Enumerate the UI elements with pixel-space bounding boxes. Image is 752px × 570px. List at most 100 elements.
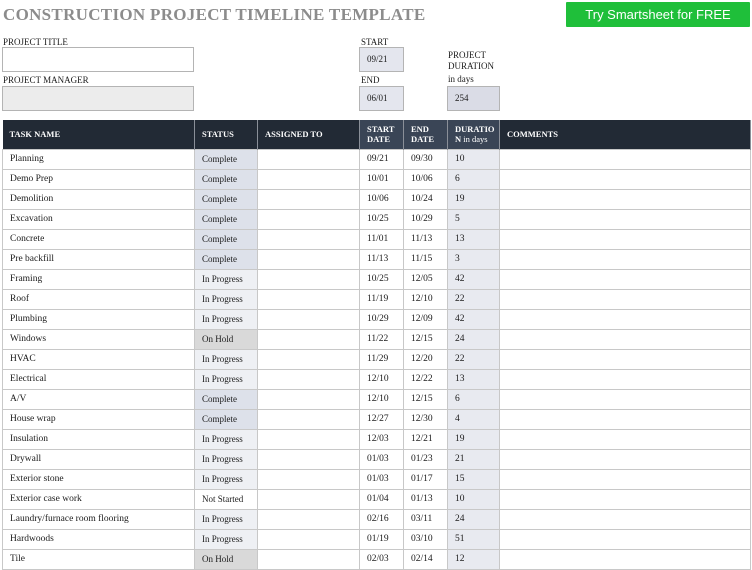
end-date-cell[interactable]: 09/30 (403, 148, 448, 170)
task-name-cell[interactable]: Laundry/furnace room flooring (2, 508, 195, 530)
end-date-cell[interactable]: 12/30 (403, 408, 448, 430)
start-date-cell[interactable]: 11/29 (359, 348, 404, 370)
assigned-to-cell[interactable] (257, 148, 360, 170)
comments-cell[interactable] (499, 268, 751, 290)
end-date-cell[interactable]: 03/11 (403, 508, 448, 530)
assigned-to-cell[interactable] (257, 288, 360, 310)
task-name-cell[interactable]: Hardwoods (2, 528, 195, 550)
comments-cell[interactable] (499, 308, 751, 330)
status-cell[interactable]: In Progress (194, 348, 258, 370)
assigned-to-cell[interactable] (257, 548, 360, 570)
comments-cell[interactable] (499, 548, 751, 570)
task-name-cell[interactable]: Pre backfill (2, 248, 195, 270)
comments-cell[interactable] (499, 388, 751, 410)
end-date-cell[interactable]: 03/10 (403, 528, 448, 550)
start-date-cell[interactable]: 10/29 (359, 308, 404, 330)
status-cell[interactable]: In Progress (194, 268, 258, 290)
start-date-cell[interactable]: 02/16 (359, 508, 404, 530)
start-date-cell[interactable]: 12/10 (359, 388, 404, 410)
start-date-cell[interactable]: 01/03 (359, 448, 404, 470)
task-name-cell[interactable]: Exterior case work (2, 488, 195, 510)
end-date-cell[interactable]: 12/15 (403, 328, 448, 350)
task-name-cell[interactable]: Excavation (2, 208, 195, 230)
comments-cell[interactable] (499, 488, 751, 510)
project-title-field[interactable] (2, 47, 194, 72)
end-date-cell[interactable]: 10/24 (403, 188, 448, 210)
status-cell[interactable]: In Progress (194, 428, 258, 450)
status-cell[interactable]: Complete (194, 248, 258, 270)
status-cell[interactable]: In Progress (194, 508, 258, 530)
assigned-to-cell[interactable] (257, 528, 360, 550)
start-date-cell[interactable]: 12/10 (359, 368, 404, 390)
status-cell[interactable]: Complete (194, 228, 258, 250)
end-date-cell[interactable]: 12/10 (403, 288, 448, 310)
status-cell[interactable]: Complete (194, 208, 258, 230)
start-date-cell[interactable]: 01/19 (359, 528, 404, 550)
status-cell[interactable]: In Progress (194, 528, 258, 550)
comments-cell[interactable] (499, 168, 751, 190)
status-cell[interactable]: In Progress (194, 288, 258, 310)
end-date-cell[interactable]: 11/15 (403, 248, 448, 270)
assigned-to-cell[interactable] (257, 348, 360, 370)
end-date-cell[interactable]: 12/21 (403, 428, 448, 450)
assigned-to-cell[interactable] (257, 248, 360, 270)
task-name-cell[interactable]: House wrap (2, 408, 195, 430)
status-cell[interactable]: In Progress (194, 368, 258, 390)
end-date-cell[interactable]: 01/17 (403, 468, 448, 490)
status-cell[interactable]: Not Started (194, 488, 258, 510)
assigned-to-cell[interactable] (257, 308, 360, 330)
comments-cell[interactable] (499, 148, 751, 170)
task-name-cell[interactable]: HVAC (2, 348, 195, 370)
status-cell[interactable]: In Progress (194, 468, 258, 490)
assigned-to-cell[interactable] (257, 168, 360, 190)
task-name-cell[interactable]: Plumbing (2, 308, 195, 330)
task-name-cell[interactable]: Demolition (2, 188, 195, 210)
end-date-cell[interactable]: 12/15 (403, 388, 448, 410)
try-smartsheet-button[interactable]: Try Smartsheet for FREE (566, 2, 750, 27)
start-date-cell[interactable]: 11/22 (359, 328, 404, 350)
start-date-cell[interactable]: 12/27 (359, 408, 404, 430)
comments-cell[interactable] (499, 508, 751, 530)
start-date-cell[interactable]: 11/01 (359, 228, 404, 250)
end-date-cell[interactable]: 12/09 (403, 308, 448, 330)
start-date-cell[interactable]: 11/19 (359, 288, 404, 310)
assigned-to-cell[interactable] (257, 228, 360, 250)
task-name-cell[interactable]: Concrete (2, 228, 195, 250)
end-date-cell[interactable]: 12/22 (403, 368, 448, 390)
assigned-to-cell[interactable] (257, 468, 360, 490)
end-date-cell[interactable]: 10/06 (403, 168, 448, 190)
status-cell[interactable]: In Progress (194, 308, 258, 330)
assigned-to-cell[interactable] (257, 188, 360, 210)
start-date-cell[interactable]: 09/21 (359, 148, 404, 170)
comments-cell[interactable] (499, 368, 751, 390)
comments-cell[interactable] (499, 328, 751, 350)
status-cell[interactable]: Complete (194, 148, 258, 170)
end-date-cell[interactable]: 01/23 (403, 448, 448, 470)
comments-cell[interactable] (499, 208, 751, 230)
end-date-cell[interactable]: 12/05 (403, 268, 448, 290)
start-date-cell[interactable]: 10/25 (359, 268, 404, 290)
start-date-cell[interactable]: 12/03 (359, 428, 404, 450)
comments-cell[interactable] (499, 428, 751, 450)
assigned-to-cell[interactable] (257, 328, 360, 350)
assigned-to-cell[interactable] (257, 208, 360, 230)
end-date-cell[interactable]: 02/14 (403, 548, 448, 570)
status-cell[interactable]: On Hold (194, 548, 258, 570)
end-date-cell[interactable]: 10/29 (403, 208, 448, 230)
assigned-to-cell[interactable] (257, 368, 360, 390)
status-cell[interactable]: In Progress (194, 448, 258, 470)
task-name-cell[interactable]: Drywall (2, 448, 195, 470)
task-name-cell[interactable]: Framing (2, 268, 195, 290)
end-date-cell[interactable]: 01/13 (403, 488, 448, 510)
start-date-cell[interactable]: 01/03 (359, 468, 404, 490)
start-date-cell[interactable]: 10/01 (359, 168, 404, 190)
comments-cell[interactable] (499, 528, 751, 550)
comments-cell[interactable] (499, 228, 751, 250)
comments-cell[interactable] (499, 248, 751, 270)
assigned-to-cell[interactable] (257, 488, 360, 510)
assigned-to-cell[interactable] (257, 408, 360, 430)
end-date-cell[interactable]: 11/13 (403, 228, 448, 250)
comments-cell[interactable] (499, 448, 751, 470)
status-cell[interactable]: Complete (194, 388, 258, 410)
task-name-cell[interactable]: Planning (2, 148, 195, 170)
